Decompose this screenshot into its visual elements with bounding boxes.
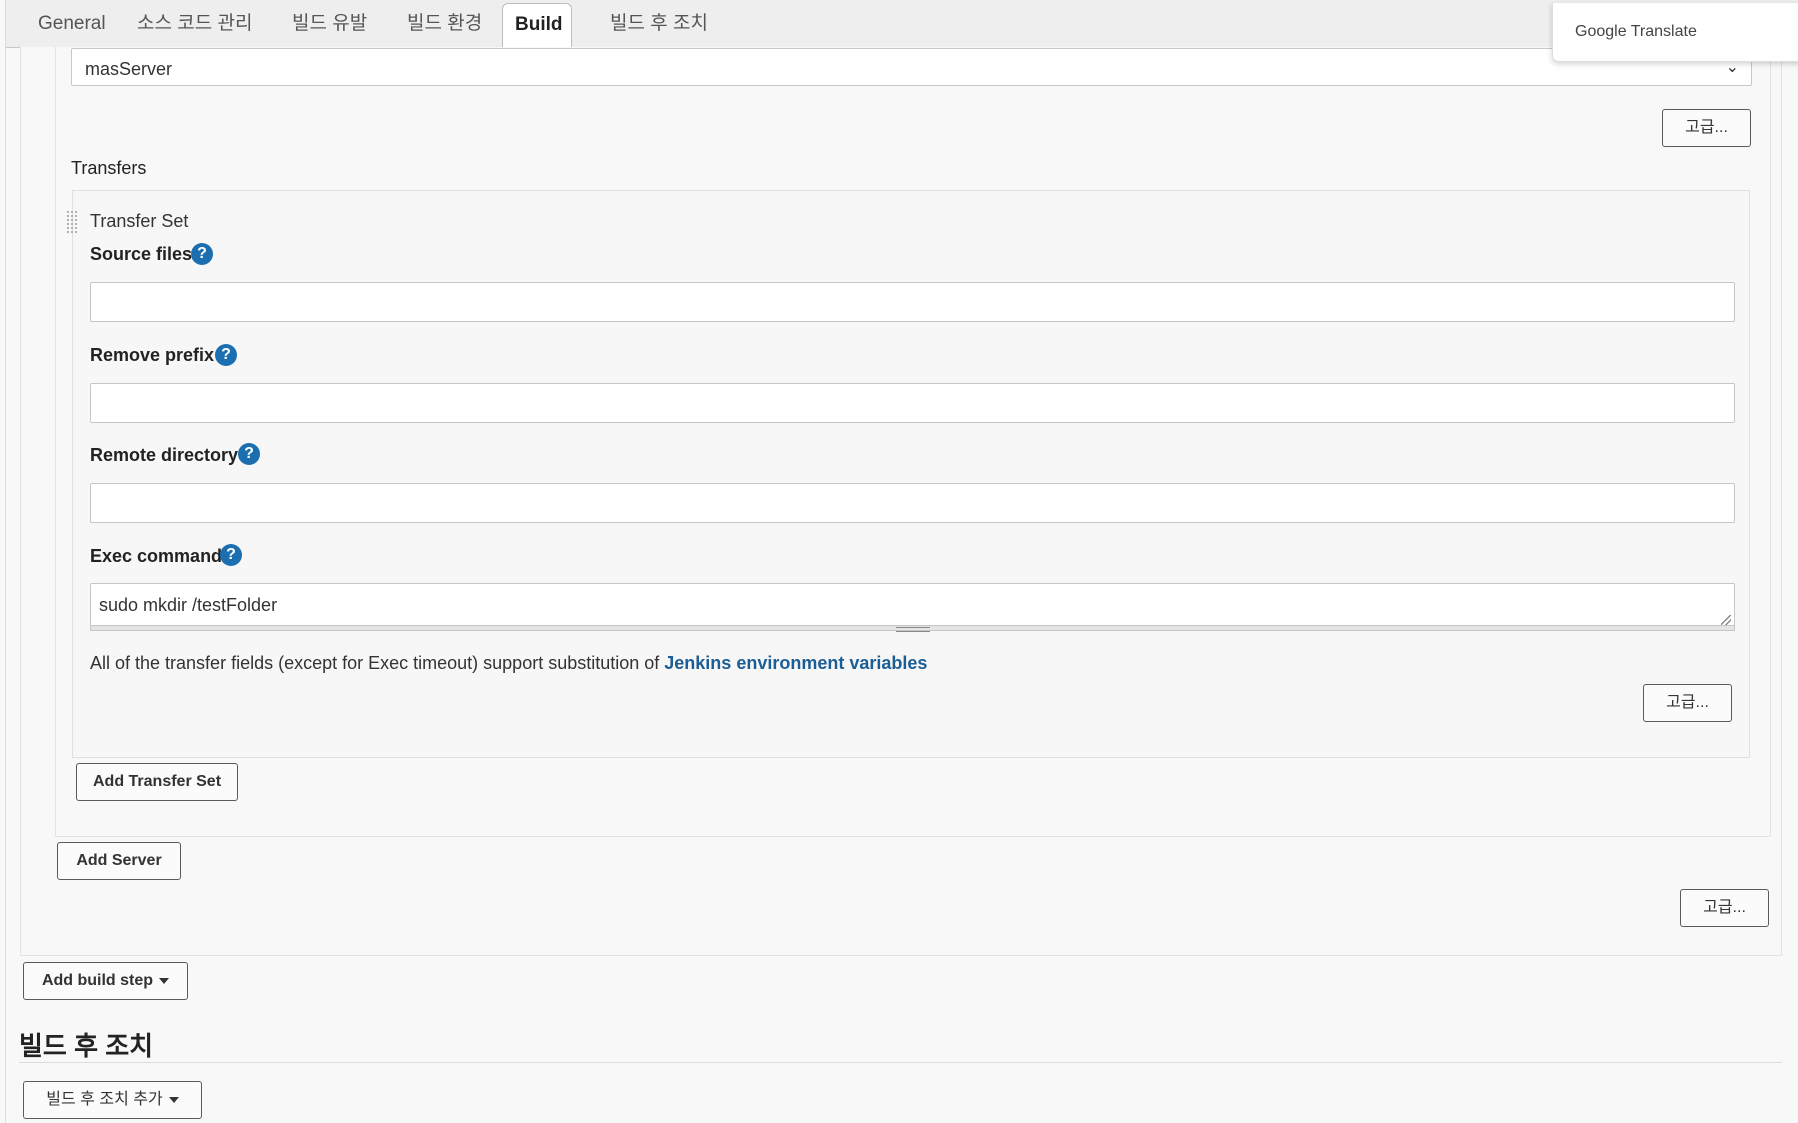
exec-command-textarea[interactable]: sudo mkdir /testFolder xyxy=(90,583,1735,629)
source-files-input[interactable] xyxy=(90,282,1735,322)
add-post-build-action-button[interactable]: 빌드 후 조치 추가 xyxy=(23,1081,202,1119)
add-transfer-set-button[interactable]: Add Transfer Set xyxy=(76,763,238,801)
source-files-help-icon[interactable]: ? xyxy=(191,243,213,265)
google-translate-label: Google Translate xyxy=(1575,23,1697,41)
translate-word: Translate xyxy=(1630,23,1697,40)
ssh-server-select[interactable]: masServer ⌄ xyxy=(71,48,1752,86)
caret-down-icon xyxy=(159,977,170,984)
transfer-set-title: Transfer Set xyxy=(90,211,189,231)
caret-down-icon xyxy=(168,1096,179,1103)
textarea-expand-handle[interactable] xyxy=(90,625,1735,632)
add-post-build-action-label: 빌드 후 조치 추가 xyxy=(46,1091,163,1108)
ssh-server-selected: masServer xyxy=(85,59,173,79)
tab-build-environment[interactable]: 빌드 환경 xyxy=(395,0,494,47)
remove-prefix-help-icon[interactable]: ? xyxy=(215,344,237,366)
exec-command-help-icon[interactable]: ? xyxy=(220,544,242,566)
page-left-border xyxy=(5,0,6,1123)
drag-handle-icon[interactable] xyxy=(66,210,78,234)
build-advanced-button[interactable]: 고급... xyxy=(1680,889,1769,927)
config-tab-bar: General 소스 코드 관리 빌드 유발 빌드 환경 Build 빌드 후 … xyxy=(6,0,1798,48)
tab-post-build-actions[interactable]: 빌드 후 조치 xyxy=(598,0,720,47)
env-variables-note: All of the transfer fields (except for E… xyxy=(90,653,927,674)
add-build-step-label: Add build step xyxy=(41,972,154,989)
post-build-section-title: 빌드 후 조치 xyxy=(19,1031,154,1061)
env-variables-note-text: All of the transfer fields (except for E… xyxy=(90,653,665,673)
tab-build[interactable]: Build xyxy=(502,3,572,48)
tab-source-code-management[interactable]: 소스 코드 관리 xyxy=(125,0,264,47)
remove-prefix-input[interactable] xyxy=(90,383,1735,423)
transfers-heading: Transfers xyxy=(71,158,147,178)
remove-prefix-label: Remove prefix xyxy=(90,345,215,365)
remote-directory-label: Remote directory xyxy=(90,445,239,465)
tab-general[interactable]: General xyxy=(26,0,118,47)
tab-build-triggers[interactable]: 빌드 유발 xyxy=(280,0,379,47)
exec-command-value: sudo mkdir /testFolder xyxy=(99,595,278,615)
add-server-button[interactable]: Add Server xyxy=(57,842,181,880)
source-files-label: Source files xyxy=(90,244,193,264)
jenkins-env-variables-link[interactable]: Jenkins environment variables xyxy=(664,653,927,673)
resize-grip-icon[interactable] xyxy=(1721,615,1731,625)
transfer-advanced-button[interactable]: 고급... xyxy=(1643,684,1732,722)
grip-lines-icon xyxy=(896,627,930,632)
google-brand: Google xyxy=(1575,23,1627,40)
section-divider xyxy=(19,1062,1782,1063)
exec-command-label: Exec command xyxy=(90,546,223,566)
add-build-step-button[interactable]: Add build step xyxy=(23,962,188,1000)
google-translate-popup[interactable]: Google Translate xyxy=(1552,3,1798,62)
server-advanced-button[interactable]: 고급... xyxy=(1662,109,1751,147)
remote-directory-input[interactable] xyxy=(90,483,1735,523)
remote-directory-help-icon[interactable]: ? xyxy=(238,443,260,465)
